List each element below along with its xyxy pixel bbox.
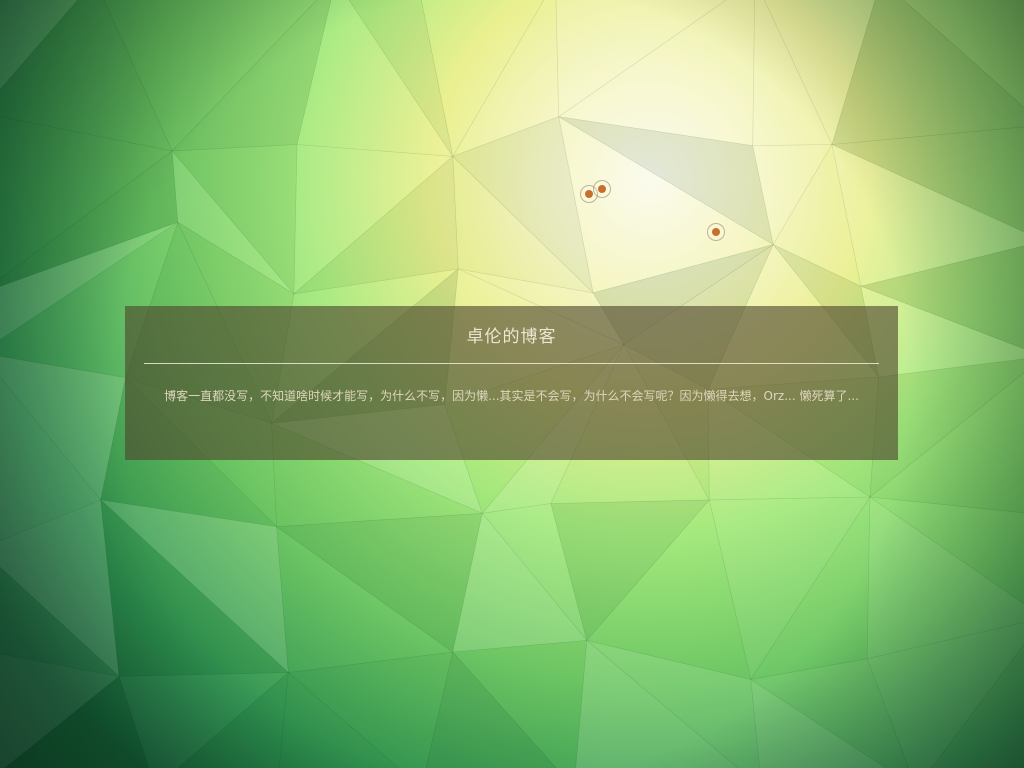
blog-description: 博客一直都没写，不知道啥时候才能写，为什么不写，因为懒...其实是不会写，为什么… [164, 389, 859, 403]
blog-intro-panel: 卓伦的博客 博客一直都没写，不知道啥时候才能写，为什么不写，因为懒...其实是不… [125, 306, 898, 460]
blog-title: 卓伦的博客 [466, 327, 557, 347]
light-source-dot-icon [593, 180, 611, 198]
title-divider [144, 363, 879, 364]
light-source-dot-icon [707, 223, 725, 241]
